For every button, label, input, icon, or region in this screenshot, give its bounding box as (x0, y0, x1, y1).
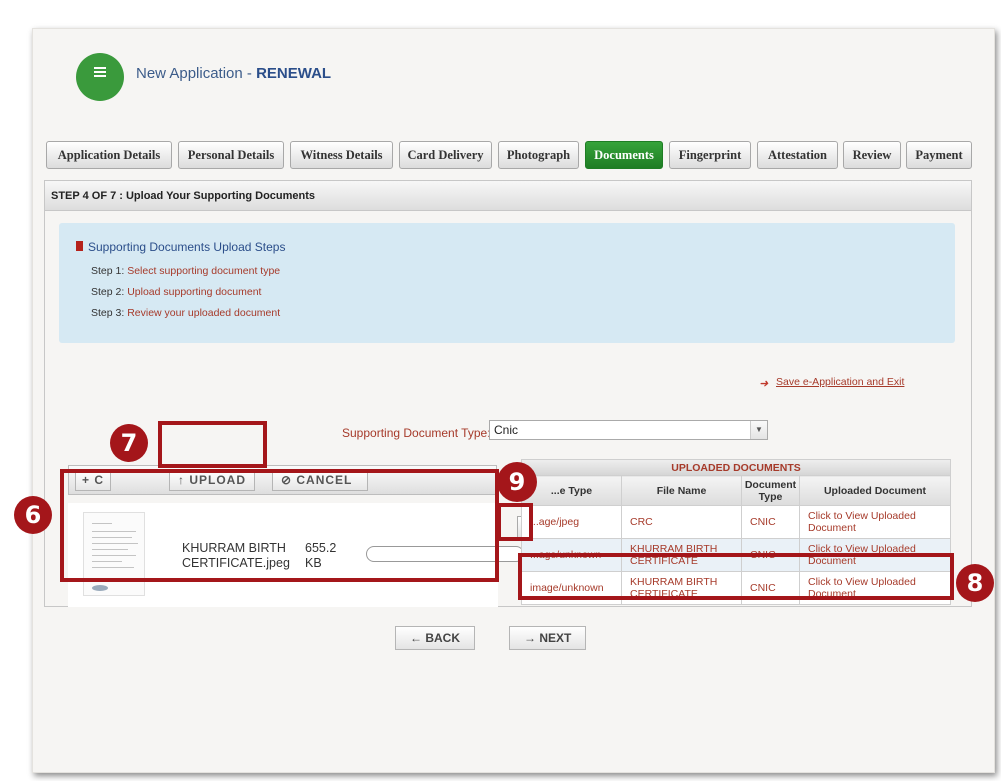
doc-type-label: Supporting Document Type: * (342, 426, 499, 440)
callout-badge-6: 6 (14, 496, 52, 534)
tab-review[interactable]: Review (843, 141, 901, 169)
exit-arrow-icon: ➜ (759, 378, 769, 390)
column-header: Document Type (741, 475, 800, 506)
column-header: Uploaded Document (799, 475, 951, 506)
tab-payment[interactable]: Payment (906, 141, 972, 169)
table-caption: UPLOADED DOCUMENTS (521, 459, 951, 475)
callout-badge-8: 8 (956, 564, 994, 602)
upload-steps-box: Supporting Documents Upload Steps Step 1… (59, 223, 955, 343)
doc-type-select[interactable]: Cnic ▼ (489, 420, 768, 440)
tab-personal-details[interactable]: Personal Details (178, 141, 284, 169)
step-line: Step 1: Select supporting document type (91, 265, 281, 277)
highlight-remove (497, 503, 533, 541)
menu-logo-icon[interactable] (76, 53, 124, 101)
tab-documents[interactable]: Documents (585, 141, 663, 169)
highlight-file-row (60, 469, 499, 582)
tab-card-delivery[interactable]: Card Delivery (399, 141, 492, 169)
cell-file-type: ...age/jpeg (521, 505, 622, 539)
bookmark-icon (76, 241, 83, 251)
column-header: File Name (621, 475, 742, 506)
cell-file-name: CRC (621, 505, 742, 539)
save-and-exit-link[interactable]: ➜ Save e-Application and Exit (759, 376, 904, 390)
tab-witness-details[interactable]: Witness Details (290, 141, 393, 169)
table-row: ...age/jpeg CRC CNIC Click to View Uploa… (521, 505, 951, 539)
app-frame: New Application - RENEWAL Application De… (32, 28, 995, 773)
cell-doc-type: CNIC (741, 505, 800, 539)
view-document-link[interactable]: Click to View Uploaded Document (799, 505, 951, 539)
highlight-upload (158, 421, 267, 468)
tab-photograph[interactable]: Photograph (498, 141, 579, 169)
page-title: New Application - RENEWAL (136, 65, 332, 82)
tab-application-details[interactable]: Application Details (46, 141, 172, 169)
highlight-uploaded-row (518, 553, 954, 600)
next-button[interactable]: → NEXT (509, 626, 587, 650)
tab-attestation[interactable]: Attestation (757, 141, 838, 169)
step-line: Step 3: Review your uploaded document (91, 307, 281, 319)
step-bar: STEP 4 OF 7 : Upload Your Supporting Doc… (45, 181, 971, 211)
steps-heading: Supporting Documents Upload Steps (76, 240, 285, 254)
callout-badge-7: 7 (110, 424, 148, 462)
back-button[interactable]: ← BACK (395, 626, 475, 650)
tab-fingerprint[interactable]: Fingerprint (669, 141, 751, 169)
chevron-down-icon[interactable]: ▼ (750, 421, 767, 439)
step-line: Step 2: Upload supporting document (91, 286, 262, 298)
callout-badge-9: 9 (497, 462, 537, 502)
